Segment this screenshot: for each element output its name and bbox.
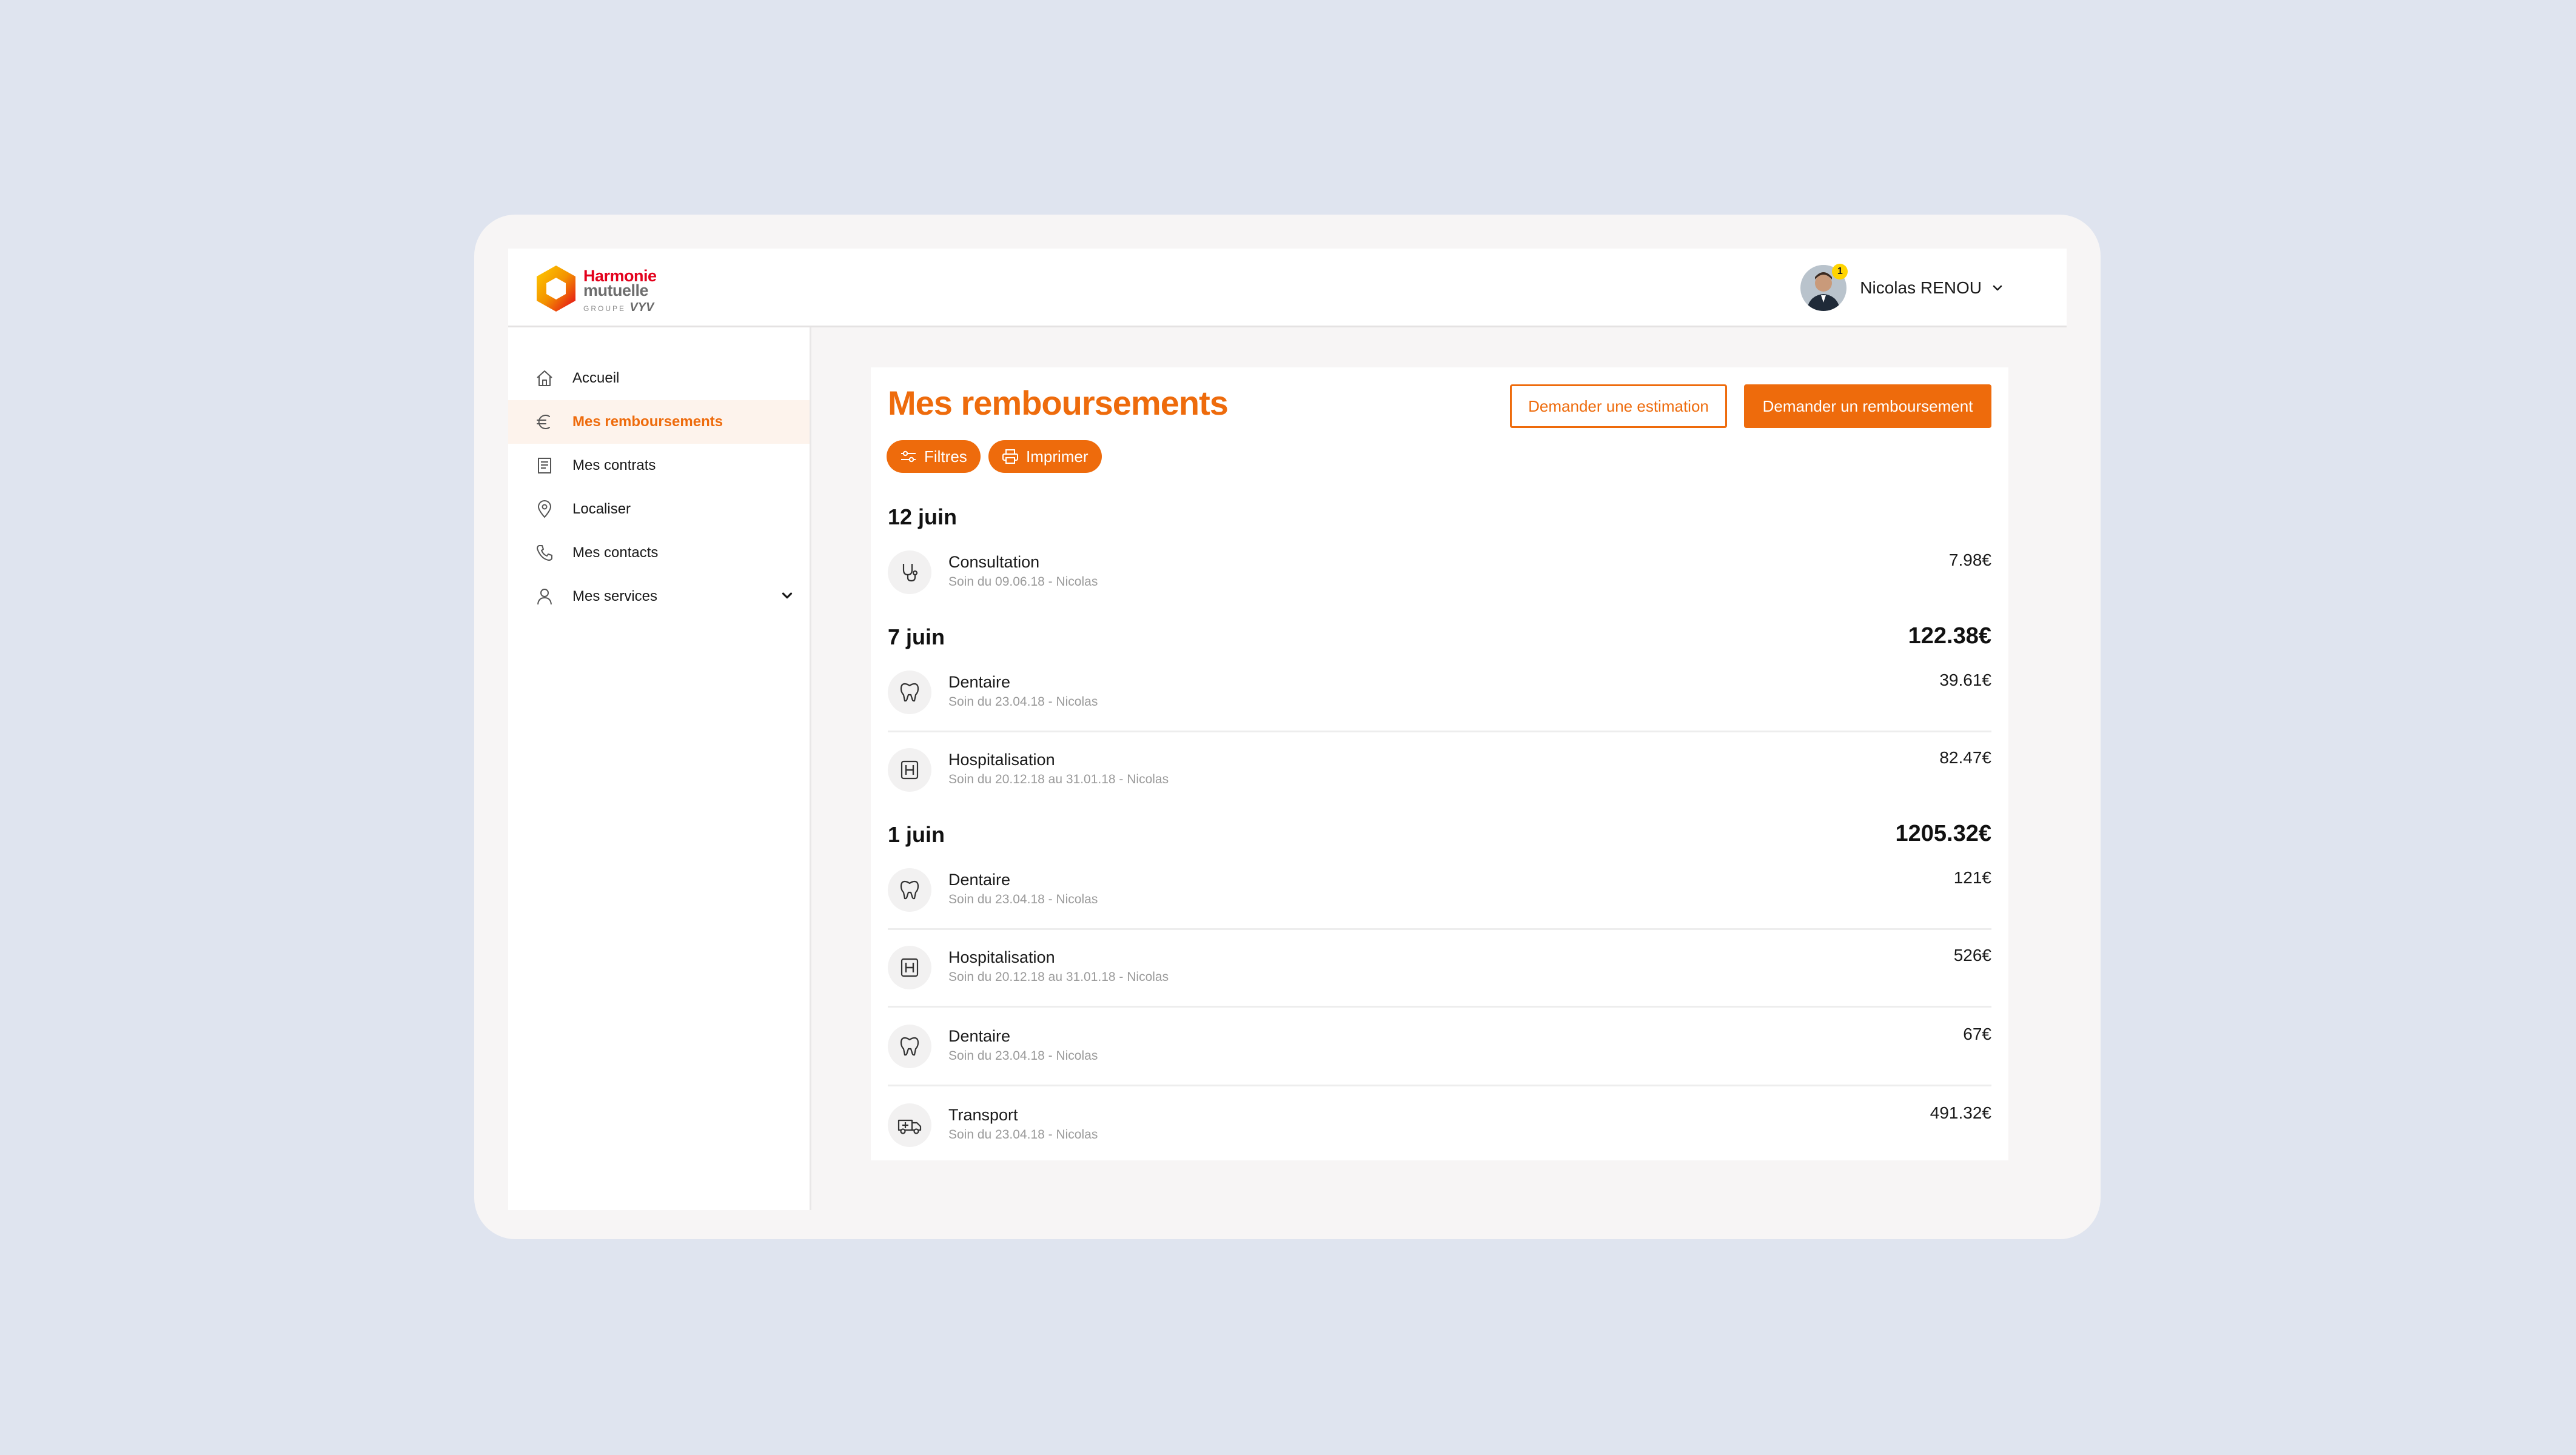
user-menu[interactable]: 1 Nicolas RENOU bbox=[1800, 264, 2004, 311]
list-item[interactable]: Dentaire Soin du 23.04.18 - Nicolas 121€ bbox=[888, 852, 1991, 930]
sliders-icon bbox=[900, 450, 917, 463]
item-title: Consultation bbox=[948, 553, 1040, 571]
list-item[interactable]: Consultation Soin du 09.06.18 - Nicolas … bbox=[888, 535, 1991, 612]
ambulance-icon bbox=[888, 1103, 931, 1147]
sidebar-item-mes-services[interactable]: Mes services bbox=[508, 575, 810, 618]
location-pin-icon bbox=[534, 498, 555, 520]
stethoscope-icon bbox=[888, 550, 931, 594]
item-amount: 39.61€ bbox=[1939, 671, 1991, 689]
avatar[interactable]: 1 bbox=[1800, 264, 1848, 311]
list-item[interactable]: Transport Soin du 23.04.18 - Nicolas 491… bbox=[888, 1088, 1991, 1165]
phone-icon bbox=[534, 542, 555, 564]
sidebar-item-localiser[interactable]: Localiser bbox=[508, 487, 810, 531]
home-icon bbox=[534, 367, 555, 389]
tooth-icon bbox=[888, 671, 931, 714]
user-icon bbox=[534, 586, 555, 607]
item-title: Dentaire bbox=[948, 1027, 1011, 1045]
tooth-icon bbox=[888, 868, 931, 912]
sidebar-item-mes-contrats[interactable]: Mes contrats bbox=[508, 444, 810, 487]
page-title: Mes remboursements bbox=[888, 384, 1229, 422]
logo-text-groupe: GROUPE VYV bbox=[583, 301, 654, 315]
item-subtitle: Soin du 23.04.18 - Nicolas bbox=[948, 695, 1098, 709]
filters-button[interactable]: Filtres bbox=[887, 440, 981, 473]
sidebar-item-label: Localiser bbox=[572, 501, 631, 517]
request-refund-button[interactable]: Demander un remboursement bbox=[1744, 384, 1991, 428]
sidebar-item-accueil[interactable]: Accueil bbox=[508, 356, 810, 400]
list-item[interactable]: Hospitalisation Soin du 20.12.18 au 31.0… bbox=[888, 732, 1991, 810]
group-total: 122.38€ bbox=[1908, 623, 1991, 649]
filters-label: Filtres bbox=[924, 447, 967, 466]
item-subtitle: Soin du 23.04.18 - Nicolas bbox=[948, 1128, 1098, 1142]
item-amount: 82.47€ bbox=[1939, 748, 1991, 767]
chevron-down-icon[interactable] bbox=[779, 588, 795, 607]
refunds-card: Mes remboursements Demander une estimati… bbox=[871, 367, 2008, 1160]
tooth-icon bbox=[888, 1025, 931, 1068]
item-subtitle: Soin du 20.12.18 au 31.01.18 - Nicolas bbox=[948, 970, 1169, 984]
sidebar-item-mes-contacts[interactable]: Mes contacts bbox=[508, 531, 810, 575]
group-date: 12 juin bbox=[888, 504, 958, 529]
print-label: Imprimer bbox=[1026, 447, 1088, 466]
item-title: Hospitalisation bbox=[948, 751, 1055, 769]
print-button[interactable]: Imprimer bbox=[988, 440, 1102, 473]
item-amount: 121€ bbox=[1953, 868, 1991, 887]
hospital-icon bbox=[888, 748, 931, 792]
logo-group-name: VYV bbox=[629, 301, 654, 314]
user-name: Nicolas RENOU bbox=[1860, 278, 1982, 297]
item-subtitle: Soin du 23.04.18 - Nicolas bbox=[948, 892, 1098, 906]
group-date: 1 juin bbox=[888, 822, 945, 847]
sidebar-item-label: Accueil bbox=[572, 370, 620, 386]
sidebar-item-label: Mes services bbox=[572, 588, 658, 604]
list-item[interactable]: Dentaire Soin du 23.04.18 - Nicolas 39.6… bbox=[888, 655, 1991, 732]
item-amount: 491.32€ bbox=[1930, 1103, 1991, 1122]
item-amount: 67€ bbox=[1963, 1025, 1991, 1043]
item-amount: 526€ bbox=[1953, 946, 1991, 965]
item-title: Transport bbox=[948, 1106, 1018, 1124]
item-amount: 7.98€ bbox=[1948, 550, 1991, 569]
printer-icon bbox=[1002, 449, 1019, 464]
app-frame: Harmonie mutuelle GROUPE VYV 1 Nicolas R… bbox=[474, 215, 2101, 1239]
logo-group-prefix: GROUPE bbox=[583, 304, 626, 313]
harmonie-mutuelle-logo[interactable]: Harmonie mutuelle GROUPE VYV bbox=[535, 263, 668, 315]
logo-text-mutuelle: mutuelle bbox=[583, 281, 649, 299]
group-date: 7 juin bbox=[888, 624, 945, 649]
item-subtitle: Soin du 09.06.18 - Nicolas bbox=[948, 575, 1098, 589]
hospital-icon bbox=[888, 946, 931, 989]
chevron-down-icon[interactable] bbox=[1991, 282, 2004, 294]
notification-badge: 1 bbox=[1832, 264, 1848, 279]
item-subtitle: Soin du 23.04.18 - Nicolas bbox=[948, 1049, 1098, 1063]
document-icon bbox=[534, 455, 555, 477]
item-title: Hospitalisation bbox=[948, 948, 1055, 966]
request-estimate-button[interactable]: Demander une estimation bbox=[1510, 384, 1727, 428]
sidebar-item-label: Mes contacts bbox=[572, 544, 659, 561]
item-title: Dentaire bbox=[948, 673, 1011, 691]
euro-icon bbox=[534, 411, 555, 433]
sidebar: Accueil Mes remboursements Mes contrats … bbox=[508, 327, 811, 1210]
sidebar-item-label: Mes contrats bbox=[572, 457, 656, 473]
item-title: Dentaire bbox=[948, 871, 1011, 889]
item-subtitle: Soin du 20.12.18 au 31.01.18 - Nicolas bbox=[948, 772, 1169, 786]
sidebar-item-label: Mes remboursements bbox=[572, 413, 723, 430]
sidebar-item-mes-remboursements[interactable]: Mes remboursements bbox=[508, 400, 810, 444]
list-item[interactable]: Hospitalisation Soin du 20.12.18 au 31.0… bbox=[888, 930, 1991, 1008]
group-total: 1205.32€ bbox=[1895, 821, 1992, 846]
list-item[interactable]: Dentaire Soin du 23.04.18 - Nicolas 67€ bbox=[888, 1009, 1991, 1086]
hexagon-logo-icon bbox=[537, 266, 575, 312]
top-header: Harmonie mutuelle GROUPE VYV 1 Nicolas R… bbox=[508, 249, 2067, 327]
